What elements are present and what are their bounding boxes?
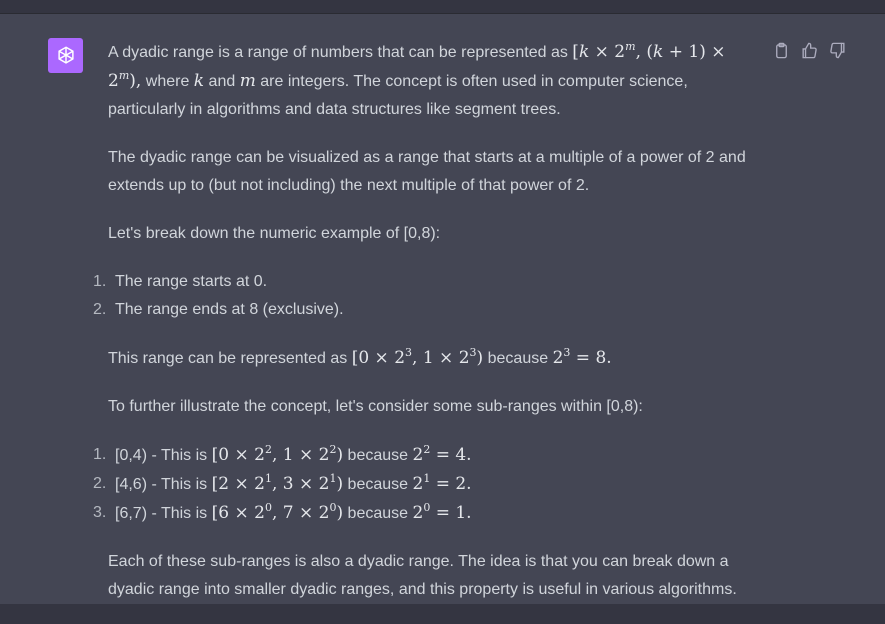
text-segment: and (204, 73, 240, 90)
list-item: 1. The range starts at 0. (93, 268, 743, 296)
paragraph-conclusion: Each of these sub-ranges is also a dyadi… (108, 553, 737, 598)
clipboard-icon[interactable] (772, 41, 791, 60)
thumbs-down-icon[interactable] (828, 41, 847, 60)
paragraph-example-intro: Let's break down the numeric example of … (108, 225, 441, 242)
message-content: A dyadic range is a range of numbers tha… (93, 38, 758, 624)
paragraph-subranges-intro: To further illustrate the concept, let's… (108, 398, 643, 415)
math-k: k (193, 71, 205, 91)
text-segment: This range can be represented as (108, 350, 352, 367)
list-text: [6,7) - This is [6 × 20, 7 × 20) because… (115, 501, 472, 523)
text-segment: because (483, 350, 553, 367)
math-2-pow-0: 20 = 1. (412, 501, 472, 523)
list-number: 1. (93, 273, 107, 290)
paragraph-definition: A dyadic range is a range of numbers tha… (108, 38, 758, 124)
text-segment: where (141, 73, 194, 90)
example-list: 1. The range starts at 0. 2. The range e… (93, 268, 743, 324)
list-text: [4,6) - This is [2 × 21, 3 × 21) because… (115, 472, 472, 494)
assistant-message: A dyadic range is a range of numbers tha… (0, 14, 885, 604)
math-2-pow-2: 22 = 4. (412, 443, 472, 465)
math-range-0-8: [0 × 23, 1 × 23) (351, 346, 484, 368)
assistant-avatar (48, 38, 83, 73)
subrange-list: 1. [0,4) - This is [0 × 22, 1 × 22) beca… (93, 441, 743, 528)
list-text: [0,4) - This is [0 × 22, 1 × 22) because… (115, 443, 472, 465)
list-item: 1. [0,4) - This is [0 × 22, 1 × 22) beca… (93, 441, 743, 470)
list-text: The range starts at 0. (115, 273, 268, 290)
text-segment: A dyadic range is a range of numbers tha… (108, 44, 573, 61)
list-number: 3. (93, 504, 107, 521)
list-text: The range ends at 8 (exclusive). (115, 301, 344, 318)
math-2-pow-1: 21 = 2. (412, 472, 472, 494)
list-item: 2. The range ends at 8 (exclusive). (93, 296, 743, 324)
list-item: 3. [6,7) - This is [6 × 20, 7 × 20) beca… (93, 499, 743, 528)
math-2-pow-3: 23 = 8. (552, 346, 612, 368)
list-number: 2. (93, 475, 107, 492)
paragraph-visualization: The dyadic range can be visualized as a … (108, 149, 746, 194)
paragraph-representation: This range can be represented as [0 × 23… (108, 344, 758, 373)
math-subrange-3: [6 × 20, 7 × 20) (211, 501, 344, 523)
math-subrange-2: [2 × 21, 3 × 21) (211, 472, 344, 494)
math-subrange-1: [0 × 22, 1 × 22) (211, 443, 344, 465)
message-actions (772, 41, 847, 60)
list-number: 2. (93, 301, 107, 318)
list-number: 1. (93, 446, 107, 463)
openai-logo-icon (57, 45, 74, 64)
top-strip (0, 0, 885, 14)
math-m: m (239, 71, 256, 91)
list-item: 2. [4,6) - This is [2 × 21, 3 × 21) beca… (93, 470, 743, 499)
thumbs-up-icon[interactable] (800, 41, 819, 60)
